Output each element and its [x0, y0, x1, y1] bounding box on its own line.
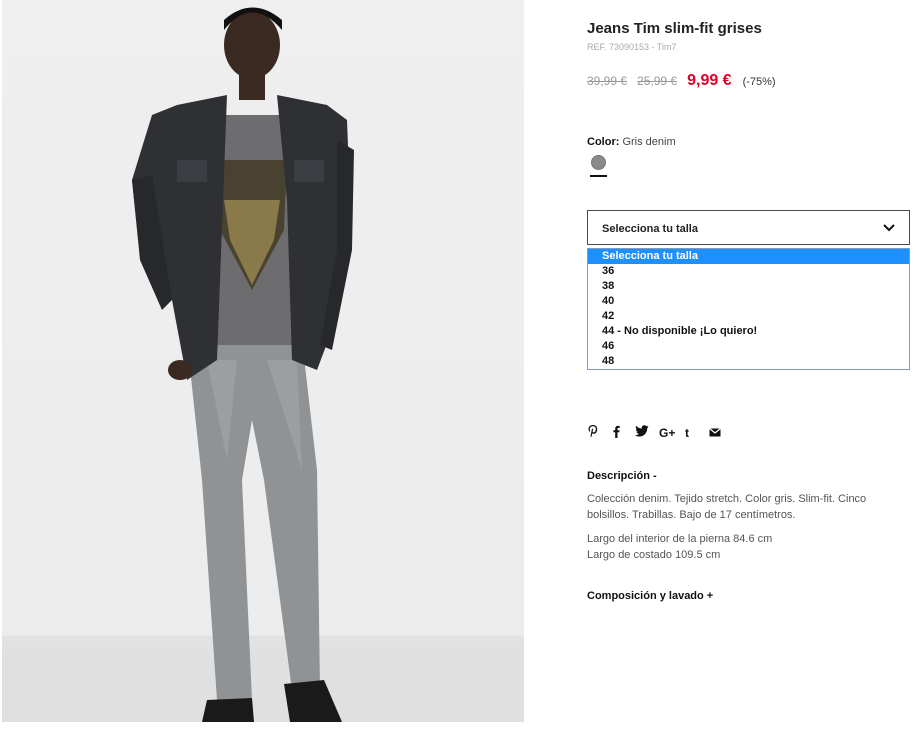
twitter-icon[interactable]	[635, 425, 659, 440]
pinterest-icon[interactable]	[587, 424, 611, 441]
product-ref: REF. 73090153 - Tim7	[587, 42, 677, 52]
facebook-icon[interactable]	[611, 425, 635, 441]
google-plus-icon[interactable]: G+	[659, 426, 685, 440]
size-option[interactable]: 44 - No disponible ¡Lo quiero!	[588, 324, 909, 339]
product-image[interactable]	[2, 0, 524, 722]
color-label: Color:	[587, 136, 620, 148]
size-option[interactable]: 36	[588, 264, 909, 279]
size-option[interactable]: 46	[588, 339, 909, 354]
outseam-text: Largo de costado 109.5 cm	[587, 548, 721, 561]
color-value: Gris denim	[622, 136, 676, 148]
product-title: Jeans Tim slim-fit grises	[587, 20, 762, 37]
color-swatch-gris-denim[interactable]	[591, 155, 606, 170]
size-option[interactable]: 42	[588, 309, 909, 324]
email-icon[interactable]	[709, 426, 733, 440]
size-option[interactable]: 38	[588, 279, 909, 294]
model-illustration	[2, 7, 524, 722]
size-option[interactable]: 48	[588, 354, 909, 369]
size-dropdown-list: Selecciona tu talla 36 38 40 42 44 - No …	[587, 248, 910, 370]
size-option[interactable]: 40	[588, 294, 909, 309]
price-block: 39,99 € 25,99 € 9,99 € (-75%)	[587, 72, 776, 90]
size-select[interactable]: Selecciona tu talla	[587, 210, 910, 245]
chevron-down-icon	[883, 224, 895, 232]
swatch-selected-indicator	[590, 175, 607, 177]
previous-price: 25,99 €	[637, 74, 678, 88]
inseam-text: Largo del interior de la pierna 84.6 cm	[587, 533, 773, 545]
discount-badge: (-75%)	[742, 76, 776, 88]
original-price: 39,99 €	[587, 74, 628, 88]
color-row: Color: Gris denim	[587, 136, 676, 148]
size-option[interactable]: Selecciona tu talla	[588, 249, 909, 264]
size-select-label: Selecciona tu talla	[602, 223, 698, 235]
share-icons: G+ t	[587, 424, 733, 441]
description-toggle[interactable]: Descripción -	[587, 470, 657, 482]
measurements: Largo del interior de la pierna 84.6 cm …	[587, 532, 772, 563]
current-price: 9,99 €	[687, 72, 732, 89]
description-text: Colección denim. Tejido stretch. Color g…	[587, 493, 867, 521]
tumblr-icon[interactable]: t	[685, 426, 709, 440]
composition-toggle[interactable]: Composición y lavado +	[587, 590, 713, 602]
